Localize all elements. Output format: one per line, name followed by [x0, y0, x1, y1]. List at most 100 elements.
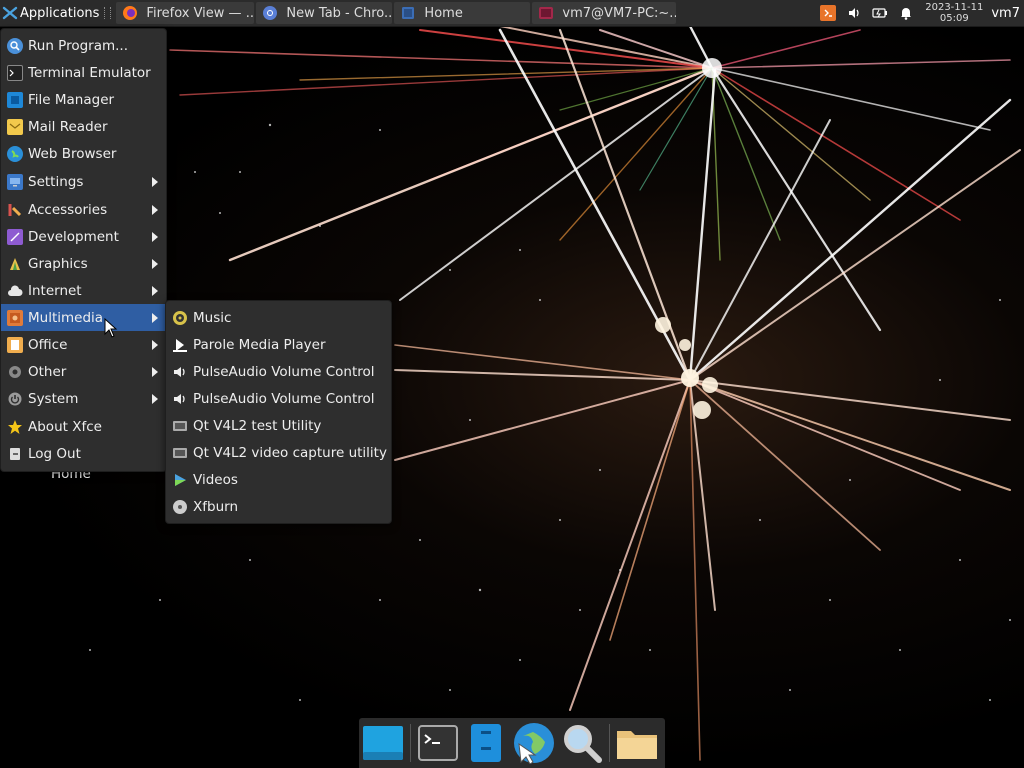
submenu-arrow-icon: [152, 176, 158, 187]
notification-bell-icon[interactable]: [898, 5, 914, 21]
menu-item-label: Web Browser: [28, 145, 117, 162]
folder-icon: [617, 731, 657, 759]
submenu-item-parole[interactable]: Parole Media Player: [166, 331, 391, 358]
folder-icon: [402, 7, 415, 19]
task-terminal[interactable]: vm7@VM7-PC:~...: [532, 2, 677, 24]
menu-item-system[interactable]: System: [1, 385, 166, 412]
applications-label: Applications: [20, 5, 100, 21]
settings-icon: [7, 173, 23, 190]
menu-item-label: Graphics: [28, 255, 88, 272]
menu-item-label: Settings: [28, 173, 84, 190]
menu-item-office[interactable]: Office: [1, 331, 166, 358]
speaker-icon: [172, 364, 188, 380]
chromium-icon: [263, 6, 278, 20]
submenu-item-xfburn[interactable]: Xfburn: [166, 493, 391, 520]
menu-item-terminal-emulator[interactable]: Terminal Emulator: [1, 59, 166, 86]
file-manager-icon: [7, 91, 23, 108]
menu-item-settings[interactable]: Settings: [1, 168, 166, 195]
submenu-arrow-icon: [152, 339, 158, 350]
dock-web-browser[interactable]: [512, 721, 556, 765]
menu-item-about-xfce[interactable]: About Xfce: [1, 413, 166, 440]
applications-menu-button[interactable]: Applications: [0, 0, 103, 26]
xfce-logo-icon: [2, 6, 18, 20]
multimedia-icon: [7, 309, 23, 326]
submenu-item-music[interactable]: Music: [166, 304, 391, 331]
menu-item-label: File Manager: [28, 91, 115, 108]
battery-icon[interactable]: [872, 5, 888, 21]
menu-item-multimedia[interactable]: Multimedia: [1, 304, 166, 331]
submenu-arrow-icon: [152, 312, 158, 323]
task-label: Firefox View — ...: [146, 5, 255, 21]
menu-item-label: Multimedia: [28, 309, 104, 326]
file-manager-icon: [471, 724, 501, 762]
submenu-arrow-icon: [152, 204, 158, 215]
terminal-icon: [7, 64, 23, 81]
updates-icon[interactable]: [820, 5, 837, 21]
music-icon: [172, 310, 188, 326]
star-icon: [7, 419, 23, 435]
submenu-item-label: Xfburn: [193, 498, 238, 515]
dock-folder[interactable]: [615, 721, 659, 765]
bottom-dock: [359, 718, 665, 768]
dock-search[interactable]: [560, 721, 604, 765]
development-icon: [7, 228, 23, 245]
menu-item-file-manager[interactable]: File Manager: [1, 86, 166, 113]
menu-item-label: Office: [28, 336, 68, 353]
menu-item-web-browser[interactable]: Web Browser: [1, 140, 166, 167]
accessories-icon: [7, 202, 23, 218]
menu-item-log-out[interactable]: Log Out: [1, 440, 166, 467]
dock-separator: [410, 724, 411, 762]
show-desktop-icon: [363, 726, 403, 760]
webcam-icon: [172, 445, 188, 461]
menu-item-internet[interactable]: Internet: [1, 277, 166, 304]
dock-show-desktop[interactable]: [361, 721, 405, 765]
submenu-item-label: Parole Media Player: [193, 336, 326, 353]
task-home[interactable]: Home: [394, 2, 531, 24]
system-tray: 2023-11-11 05:09 vm7: [815, 0, 1024, 26]
menu-item-mail-reader[interactable]: Mail Reader: [1, 113, 166, 140]
dock-terminal[interactable]: [416, 721, 460, 765]
panel-handle[interactable]: [104, 7, 112, 19]
office-icon: [7, 336, 23, 353]
submenu-item-qt-v4l2-capture[interactable]: Qt V4L2 video capture utility: [166, 439, 391, 466]
menu-item-run-program[interactable]: Run Program...: [1, 32, 166, 59]
menu-item-graphics[interactable]: Graphics: [1, 250, 166, 277]
submenu-item-pulseaudio-2[interactable]: PulseAudio Volume Control: [166, 385, 391, 412]
clock-date: 2023-11-11: [925, 2, 984, 13]
top-panel: Applications Firefox View — ... New Tab …: [0, 0, 1024, 27]
clock[interactable]: 2023-11-11 05:09: [925, 2, 983, 24]
submenu-item-videos[interactable]: Videos: [166, 466, 391, 493]
run-icon: [7, 37, 23, 54]
terminal-icon: [539, 7, 554, 19]
menu-item-development[interactable]: Development: [1, 223, 166, 250]
user-menu[interactable]: vm7: [991, 6, 1024, 21]
task-chromium[interactable]: New Tab - Chro...: [256, 2, 393, 24]
other-icon: [7, 364, 23, 380]
web-browser-icon: [7, 145, 23, 162]
logout-icon: [7, 446, 23, 462]
multimedia-submenu: Music Parole Media Player PulseAudio Vol…: [165, 300, 392, 524]
menu-item-label: Terminal Emulator: [28, 64, 151, 81]
submenu-item-label: PulseAudio Volume Control: [193, 363, 375, 380]
mouse-cursor-icon: [104, 318, 118, 338]
volume-icon[interactable]: [846, 5, 862, 21]
task-firefox[interactable]: Firefox View — ...: [116, 2, 255, 24]
applications-menu: Run Program... Terminal Emulator File Ma…: [0, 28, 167, 472]
system-icon: [7, 391, 23, 407]
menu-item-other[interactable]: Other: [1, 358, 166, 385]
submenu-item-pulseaudio-1[interactable]: PulseAudio Volume Control: [166, 358, 391, 385]
dock-file-manager[interactable]: [464, 721, 508, 765]
menu-item-label: About Xfce: [28, 418, 102, 435]
submenu-item-qt-v4l2-test[interactable]: Qt V4L2 test Utility: [166, 412, 391, 439]
menu-item-label: Development: [28, 228, 119, 245]
speaker-icon: [172, 391, 188, 407]
menu-item-accessories[interactable]: Accessories: [1, 196, 166, 223]
clock-time: 05:09: [939, 13, 969, 24]
webcam-icon: [172, 418, 188, 434]
submenu-arrow-icon: [152, 285, 158, 296]
menu-item-label: Internet: [28, 282, 82, 299]
submenu-item-label: Music: [193, 309, 232, 326]
internet-icon: [7, 283, 23, 299]
firefox-icon: [123, 6, 138, 20]
search-icon: [564, 725, 602, 763]
